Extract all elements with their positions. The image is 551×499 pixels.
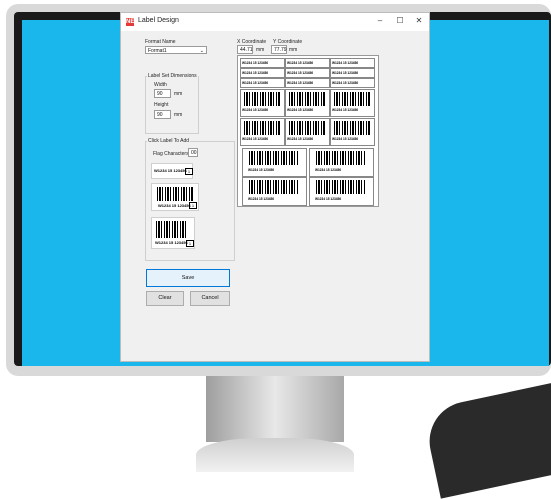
- barcode-bars: [316, 151, 366, 165]
- clear-button[interactable]: Clear: [146, 291, 184, 306]
- x-coordinate-input[interactable]: 44.71: [237, 45, 253, 54]
- flag-characters-label: Flag Characters:: [153, 151, 190, 157]
- layout-label-large[interactable]: W1234 15 123456: [242, 177, 307, 206]
- layout-label-medium[interactable]: W1234 15 123456: [240, 89, 285, 117]
- barcode-scanner-device: [422, 381, 551, 499]
- layout-label-small[interactable]: W1234 15 123456: [240, 68, 285, 78]
- barcode-bars: [157, 187, 193, 201]
- large-label-text: W1234 15 123456: [158, 203, 191, 208]
- barcode-bars: [249, 151, 299, 165]
- title-bar: NE Label Design – ☐ ✕: [121, 13, 429, 31]
- window-title: Label Design: [138, 17, 179, 24]
- format-name-label: Format Name: [145, 39, 176, 45]
- flag-icon: 1: [186, 240, 194, 247]
- layout-label-text: W1234 15 123456: [315, 197, 342, 201]
- barcode-bars: [156, 221, 188, 238]
- barcode-bars: [316, 180, 366, 194]
- barcode-bars: [289, 121, 326, 135]
- layout-label-large[interactable]: W1234 15 123456: [309, 148, 374, 177]
- layout-label-text: W1234 15 123456: [287, 61, 314, 65]
- layout-label-small[interactable]: W1234 15 123456: [330, 78, 375, 88]
- layout-label-text: W1234 15 123456: [287, 71, 314, 75]
- layout-label-small[interactable]: W1234 15 123456: [330, 58, 375, 68]
- barcode-bars: [249, 180, 299, 194]
- save-button[interactable]: Save: [146, 269, 230, 287]
- dimensions-group-label: Label Set Dimensions: [147, 73, 198, 79]
- barcode-bars: [334, 92, 371, 106]
- height-label: Height: [154, 102, 169, 108]
- width-unit: mm: [174, 91, 183, 97]
- layout-label-large[interactable]: W1234 15 123456: [309, 177, 374, 206]
- maximize-button[interactable]: ☐: [394, 16, 406, 25]
- layout-label-small[interactable]: W1234 15 123456: [330, 68, 375, 78]
- layout-label-text: W1234 15 123456: [242, 108, 269, 112]
- app-logo-icon: NE: [126, 18, 135, 26]
- cancel-button[interactable]: Cancel: [190, 291, 230, 306]
- flag-icon: 1: [189, 202, 197, 209]
- small-label-text: W1234 15 123456: [154, 168, 187, 173]
- layout-label-medium[interactable]: W1234 15 123456: [240, 118, 285, 146]
- layout-label-small[interactable]: W1234 15 123456: [240, 58, 285, 68]
- monitor-stand-base: [196, 438, 354, 472]
- layout-label-small[interactable]: W1234 15 123456: [285, 58, 330, 68]
- layout-label-text: W1234 15 123456: [287, 108, 314, 112]
- layout-label-medium[interactable]: W1234 15 123456: [330, 118, 375, 146]
- chevron-down-icon: ⌄: [199, 48, 204, 54]
- layout-label-text: W1234 15 123456: [242, 137, 269, 141]
- layout-label-large[interactable]: W1234 15 123456: [242, 148, 307, 177]
- layout-label-text: W1234 15 123456: [242, 61, 269, 65]
- layout-label-text: W1234 15 123456: [242, 71, 269, 75]
- layout-label-text: W1234 15 123456: [287, 81, 314, 85]
- layout-label-medium[interactable]: W1234 15 123456: [330, 89, 375, 117]
- layout-label-text: W1234 15 123456: [315, 168, 342, 172]
- x-unit: mm: [256, 47, 265, 53]
- layout-label-text: W1234 15 123456: [332, 108, 359, 112]
- layout-label-text: W1234 15 123456: [242, 81, 269, 85]
- layout-label-small[interactable]: W1234 15 123456: [240, 78, 285, 88]
- format-name-value: Format1: [148, 48, 167, 54]
- layout-label-text: W1234 15 123456: [332, 137, 359, 141]
- layout-label-small[interactable]: W1234 15 123456: [285, 78, 330, 88]
- layout-label-small[interactable]: W1234 15 123456: [285, 68, 330, 78]
- layout-label-text: W1234 15 123456: [332, 81, 359, 85]
- label-design-window: NE Label Design – ☐ ✕ Format Name Format…: [120, 12, 430, 362]
- layout-label-text: W1234 15 123456: [332, 61, 359, 65]
- monitor-stand-neck: [206, 376, 344, 442]
- small-label-option[interactable]: W1234 15 123456 1: [151, 163, 193, 179]
- flag-characters-input[interactable]: 00: [188, 148, 198, 157]
- medium-label-text: W1234 15 123456: [155, 240, 188, 245]
- barcode-bars: [289, 92, 326, 106]
- large-label-option[interactable]: W1234 15 123456 1: [151, 183, 199, 211]
- minimize-button[interactable]: –: [374, 16, 386, 25]
- layout-label-text: W1234 15 123456: [287, 137, 314, 141]
- close-button[interactable]: ✕: [413, 16, 425, 25]
- layout-label-text: W1234 15 123456: [332, 71, 359, 75]
- layout-label-medium[interactable]: W1234 15 123456: [285, 118, 330, 146]
- medium-label-option[interactable]: W1234 15 123456 1: [151, 217, 195, 249]
- layout-label-medium[interactable]: W1234 15 123456: [285, 89, 330, 117]
- height-unit: mm: [174, 112, 183, 118]
- width-label: Width: [154, 82, 167, 88]
- format-name-select[interactable]: Format1 ⌄: [145, 46, 207, 54]
- height-input[interactable]: 90: [154, 110, 171, 119]
- flag-icon: 1: [185, 168, 193, 175]
- width-input[interactable]: 90: [154, 89, 171, 98]
- label-layout-canvas[interactable]: W1234 15 123456 W1234 15 123456 W1234 15…: [237, 55, 379, 207]
- layout-label-text: W1234 15 123456: [248, 168, 275, 172]
- y-coordinate-input[interactable]: 77.79: [271, 45, 287, 54]
- barcode-bars: [334, 121, 371, 135]
- add-label-group-label: Click Label To Add: [147, 138, 191, 144]
- layout-label-text: W1234 15 123456: [248, 197, 275, 201]
- y-unit: mm: [289, 47, 298, 53]
- barcode-bars: [244, 92, 281, 106]
- barcode-bars: [244, 121, 281, 135]
